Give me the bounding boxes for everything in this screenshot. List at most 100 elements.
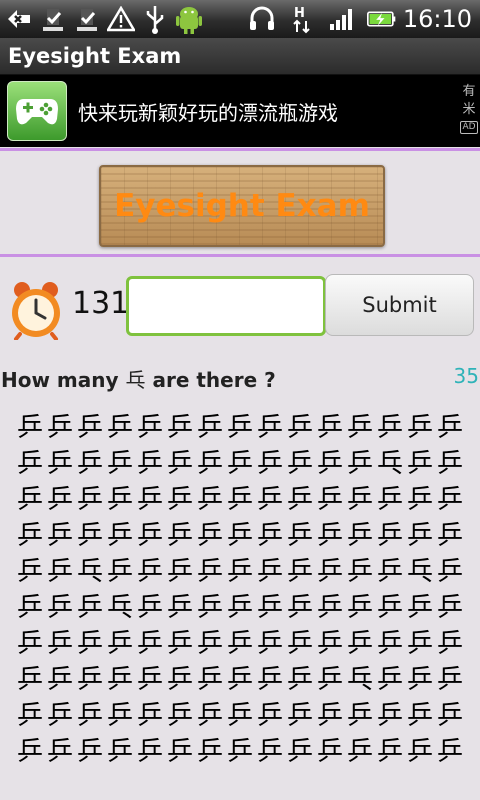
grid-character[interactable]: 乒 <box>75 662 105 698</box>
grid-character[interactable]: 乒 <box>15 662 45 698</box>
grid-character[interactable]: 乒 <box>195 446 225 482</box>
ad-banner[interactable]: 快来玩新颖好玩的漂流瓶游戏 有 米 AD <box>0 75 480 147</box>
grid-character[interactable]: 乒 <box>315 482 345 518</box>
grid-character[interactable]: 乒 <box>255 734 285 770</box>
grid-character[interactable]: 乒 <box>285 482 315 518</box>
grid-character[interactable]: 乒 <box>285 626 315 662</box>
grid-character[interactable]: 乒 <box>105 734 135 770</box>
grid-character[interactable]: 乒 <box>135 626 165 662</box>
grid-character[interactable]: 乒 <box>225 554 255 590</box>
grid-character[interactable]: 乒 <box>285 698 315 734</box>
grid-character[interactable]: 乒 <box>435 554 465 590</box>
grid-character[interactable]: 乒 <box>375 410 405 446</box>
grid-character[interactable]: 乒 <box>105 410 135 446</box>
grid-character[interactable]: 乒 <box>315 518 345 554</box>
grid-character[interactable]: 乒 <box>105 626 135 662</box>
grid-character[interactable]: 乒 <box>195 698 225 734</box>
grid-character[interactable]: 乒 <box>255 626 285 662</box>
grid-character[interactable]: 乒 <box>345 626 375 662</box>
grid-character[interactable]: 乓 <box>375 446 405 482</box>
grid-character[interactable]: 乒 <box>315 662 345 698</box>
grid-character[interactable]: 乒 <box>135 734 165 770</box>
grid-character[interactable]: 乒 <box>105 482 135 518</box>
grid-character[interactable]: 乒 <box>255 518 285 554</box>
grid-character[interactable]: 乓 <box>105 590 135 626</box>
grid-character[interactable]: 乒 <box>405 446 435 482</box>
grid-character[interactable]: 乒 <box>135 590 165 626</box>
grid-character[interactable]: 乒 <box>45 482 75 518</box>
grid-character[interactable]: 乒 <box>435 590 465 626</box>
grid-character[interactable]: 乒 <box>345 446 375 482</box>
grid-character[interactable]: 乒 <box>105 446 135 482</box>
grid-character[interactable]: 乒 <box>225 446 255 482</box>
grid-character[interactable]: 乒 <box>405 734 435 770</box>
grid-character[interactable]: 乒 <box>435 446 465 482</box>
grid-character[interactable]: 乒 <box>45 698 75 734</box>
grid-character[interactable]: 乒 <box>345 410 375 446</box>
grid-character[interactable]: 乒 <box>375 626 405 662</box>
grid-character[interactable]: 乒 <box>375 482 405 518</box>
grid-character[interactable]: 乒 <box>225 482 255 518</box>
grid-character[interactable]: 乒 <box>195 734 225 770</box>
grid-character[interactable]: 乒 <box>15 626 45 662</box>
grid-character[interactable]: 乒 <box>405 698 435 734</box>
grid-character[interactable]: 乒 <box>15 590 45 626</box>
grid-character[interactable]: 乒 <box>165 734 195 770</box>
grid-character[interactable]: 乓 <box>75 554 105 590</box>
grid-character[interactable]: 乒 <box>345 554 375 590</box>
grid-character[interactable]: 乒 <box>315 410 345 446</box>
grid-character[interactable]: 乒 <box>165 626 195 662</box>
grid-character[interactable]: 乒 <box>135 662 165 698</box>
grid-character[interactable]: 乒 <box>345 590 375 626</box>
grid-character[interactable]: 乒 <box>225 590 255 626</box>
grid-character[interactable]: 乒 <box>135 410 165 446</box>
grid-character[interactable]: 乒 <box>15 482 45 518</box>
grid-character[interactable]: 乒 <box>255 590 285 626</box>
grid-character[interactable]: 乒 <box>75 482 105 518</box>
grid-character[interactable]: 乓 <box>345 662 375 698</box>
grid-character[interactable]: 乒 <box>15 410 45 446</box>
grid-character[interactable]: 乒 <box>345 734 375 770</box>
grid-character[interactable]: 乒 <box>315 446 345 482</box>
grid-character[interactable]: 乒 <box>255 554 285 590</box>
grid-character[interactable]: 乒 <box>165 590 195 626</box>
grid-character[interactable]: 乒 <box>105 554 135 590</box>
grid-character[interactable]: 乒 <box>285 590 315 626</box>
grid-character[interactable]: 乒 <box>225 626 255 662</box>
answer-input[interactable] <box>126 276 326 336</box>
grid-character[interactable]: 乒 <box>45 410 75 446</box>
grid-character[interactable]: 乒 <box>105 518 135 554</box>
grid-character[interactable]: 乒 <box>375 734 405 770</box>
grid-character[interactable]: 乒 <box>135 518 165 554</box>
grid-character[interactable]: 乒 <box>405 410 435 446</box>
grid-character[interactable]: 乒 <box>255 410 285 446</box>
grid-character[interactable]: 乒 <box>225 518 255 554</box>
grid-character[interactable]: 乒 <box>165 662 195 698</box>
grid-character[interactable]: 乒 <box>315 554 345 590</box>
grid-character[interactable]: 乒 <box>435 482 465 518</box>
grid-character[interactable]: 乒 <box>75 410 105 446</box>
grid-character[interactable]: 乒 <box>225 734 255 770</box>
grid-character[interactable]: 乒 <box>285 446 315 482</box>
grid-character[interactable]: 乒 <box>345 482 375 518</box>
grid-character[interactable]: 乒 <box>165 518 195 554</box>
grid-character[interactable]: 乒 <box>195 626 225 662</box>
grid-character[interactable]: 乒 <box>75 698 105 734</box>
grid-character[interactable]: 乒 <box>285 662 315 698</box>
grid-character[interactable]: 乒 <box>405 590 435 626</box>
grid-character[interactable]: 乒 <box>345 518 375 554</box>
grid-character[interactable]: 乒 <box>75 446 105 482</box>
grid-character[interactable]: 乒 <box>255 482 285 518</box>
grid-character[interactable]: 乒 <box>195 590 225 626</box>
grid-character[interactable]: 乒 <box>45 446 75 482</box>
grid-character[interactable]: 乒 <box>375 554 405 590</box>
grid-character[interactable]: 乒 <box>165 482 195 518</box>
grid-character[interactable]: 乒 <box>15 446 45 482</box>
grid-character[interactable]: 乒 <box>405 518 435 554</box>
grid-character[interactable]: 乒 <box>435 734 465 770</box>
grid-character[interactable]: 乒 <box>435 662 465 698</box>
grid-character[interactable]: 乒 <box>15 518 45 554</box>
grid-character[interactable]: 乒 <box>45 590 75 626</box>
grid-character[interactable]: 乒 <box>135 482 165 518</box>
grid-character[interactable]: 乒 <box>375 662 405 698</box>
